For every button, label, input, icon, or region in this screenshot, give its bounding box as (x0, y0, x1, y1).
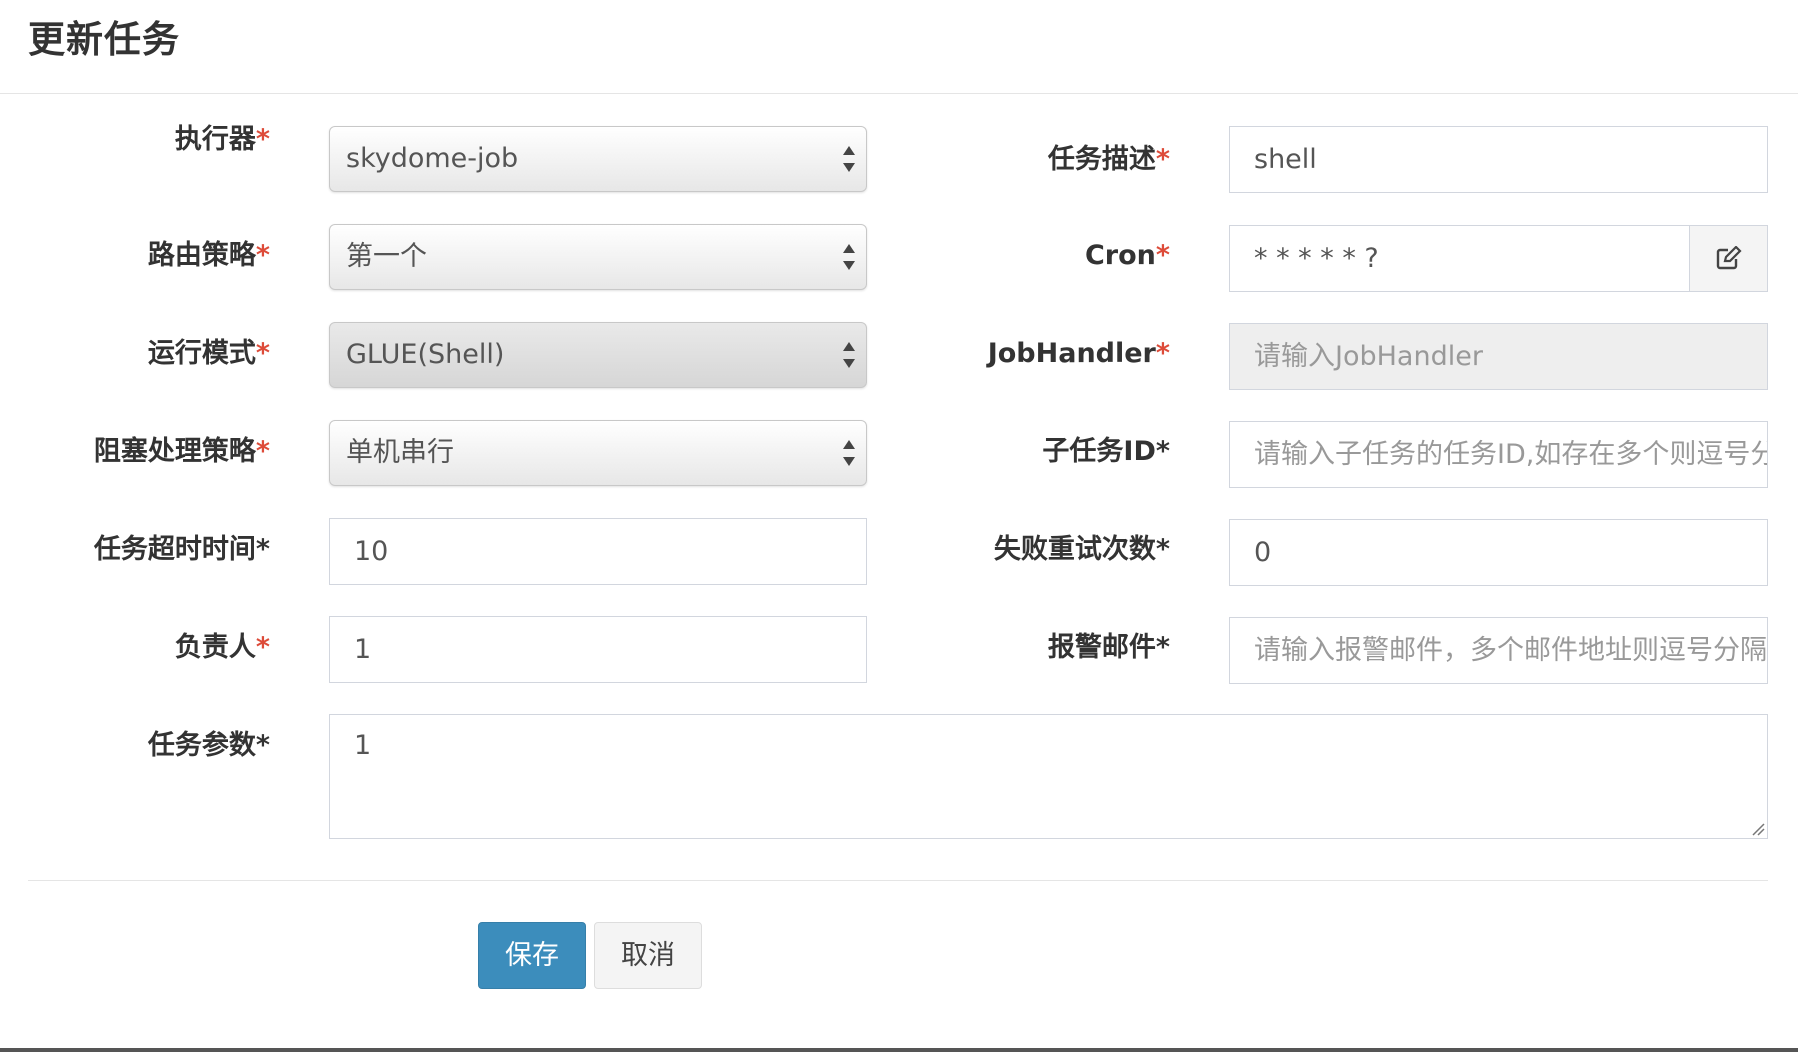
params-value: 1 (354, 730, 372, 761)
owner-input[interactable]: 1 (329, 616, 867, 683)
dialog-title: 更新任务 (28, 18, 180, 61)
select-arrows-icon (843, 342, 855, 368)
job-desc-input[interactable]: shell (1229, 126, 1768, 193)
executor-label: 执行器* (174, 124, 270, 155)
resize-handle-icon[interactable] (1751, 822, 1765, 836)
block-strategy-value: 单机串行 (346, 437, 454, 468)
save-button[interactable]: 保存 (478, 922, 586, 989)
timeout-label: 任务超时时间* (93, 534, 270, 565)
alarm-email-label: 报警邮件* (1047, 632, 1170, 663)
bottom-edge (0, 1048, 1798, 1052)
cron-label: Cron* (1084, 240, 1170, 271)
route-strategy-label: 路由策略* (147, 240, 270, 271)
route-strategy-value: 第一个 (346, 241, 427, 272)
block-strategy-select[interactable]: 单机串行 (329, 420, 867, 486)
run-mode-label: 运行模式* (147, 338, 270, 369)
params-label: 任务参数* (147, 730, 270, 761)
route-strategy-select[interactable]: 第一个 (329, 224, 867, 290)
select-arrows-icon (843, 440, 855, 466)
form-divider (28, 880, 1768, 881)
alarm-email-input[interactable]: 请输入报警邮件，多个邮件地址则逗号分隔 (1229, 617, 1768, 684)
executor-select-value: skydome-job (346, 143, 519, 174)
retry-count-input[interactable]: 0 (1229, 519, 1768, 586)
params-textarea[interactable]: 1 (329, 714, 1768, 839)
edit-icon (1716, 246, 1742, 270)
run-mode-value: GLUE(Shell) (346, 339, 505, 370)
executor-select[interactable]: skydome-job (329, 126, 867, 192)
child-job-id-label: 子任务ID* (1042, 436, 1170, 467)
retry-count-label: 失败重试次数* (993, 534, 1170, 565)
dialog-header: 更新任务 (0, 0, 1798, 94)
run-mode-select[interactable]: GLUE(Shell) (329, 322, 867, 388)
job-handler-label: JobHandler* (987, 338, 1170, 369)
timeout-input[interactable]: 10 (329, 518, 867, 585)
owner-label: 负责人* (174, 632, 270, 663)
child-job-id-input[interactable]: 请输入子任务的任务ID,如存在多个则逗号分隔 (1229, 421, 1768, 488)
cancel-button[interactable]: 取消 (594, 922, 702, 989)
select-arrows-icon (843, 244, 855, 270)
cron-edit-button[interactable] (1689, 225, 1768, 292)
block-strategy-label: 阻塞处理策略* (93, 436, 270, 467)
select-arrows-icon (843, 146, 855, 172)
job-desc-label: 任务描述* (1047, 144, 1170, 175)
cron-input[interactable]: * * * * * ? (1229, 225, 1690, 292)
job-handler-input: 请输入JobHandler (1229, 323, 1768, 390)
